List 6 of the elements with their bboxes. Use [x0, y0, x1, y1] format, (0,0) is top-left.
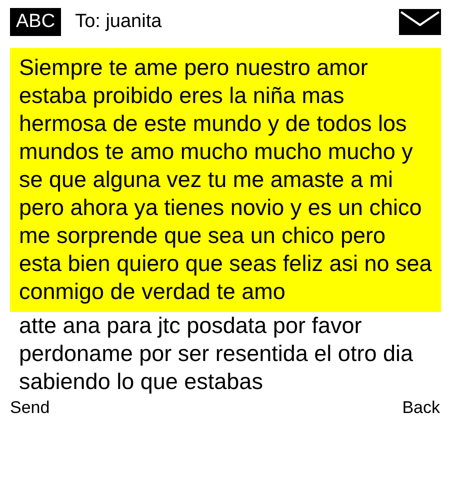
recipient-label: To: juanita [75, 11, 163, 33]
send-softkey[interactable]: Send [10, 398, 50, 418]
input-mode-indicator: ABC [10, 8, 62, 36]
envelope-icon [399, 9, 441, 35]
back-softkey[interactable]: Back [402, 398, 440, 418]
message-overflow-text: atte ana para jtc posdata por favor perdoname por ser resentida el otro dia sabiendo lo que estabas [19, 312, 414, 396]
